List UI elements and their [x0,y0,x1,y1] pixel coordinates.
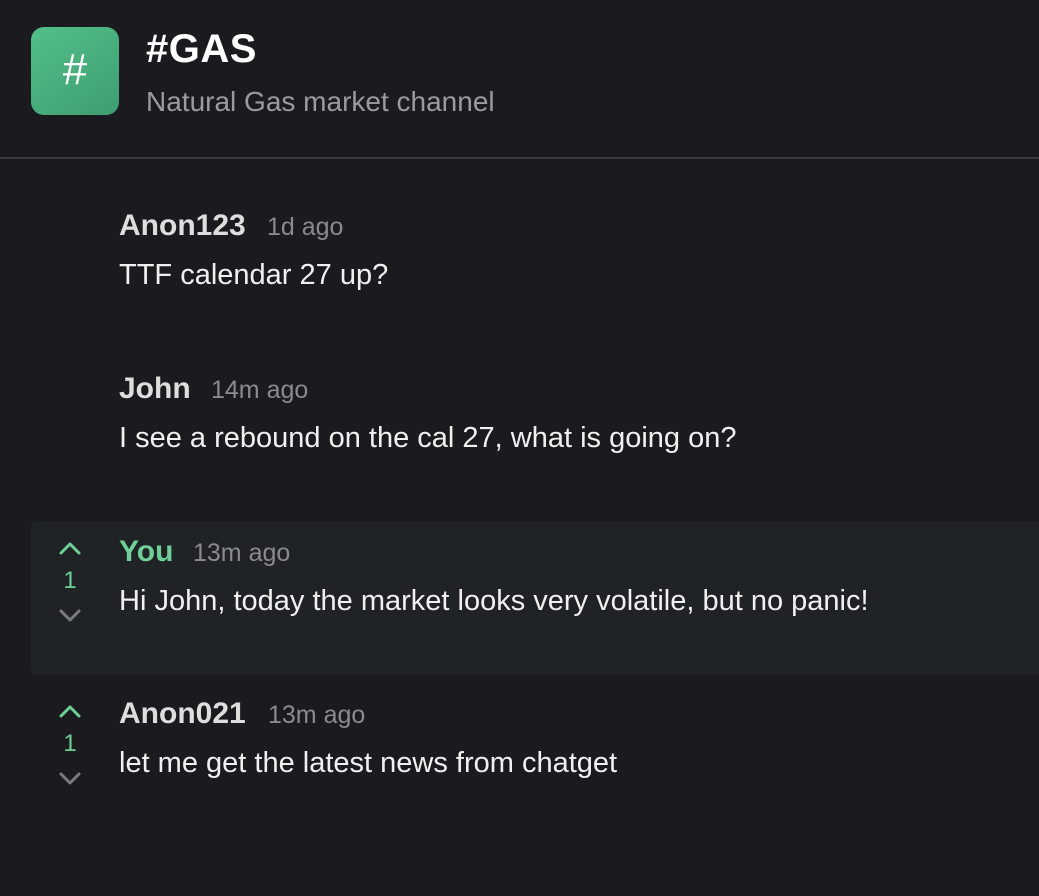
message-timestamp: 13m ago [193,539,291,567]
channel-hash-icon: # [31,27,119,115]
channel-description: Natural Gas market channel [146,86,495,117]
message-text: TTF calendar 27 up? [119,259,389,291]
message-text: I see a rebound on the cal 27, what is g… [119,422,737,454]
message-timestamp: 1d ago [267,213,344,241]
message-text: let me get the latest news from chatget [119,747,618,779]
chevron-down-icon[interactable] [50,609,90,623]
message-timestamp: 13m ago [268,701,366,729]
message-item-self: 1 You 13m ago Hi John, today the market … [31,521,1039,675]
message-timestamp: 14m ago [211,376,309,404]
chat-app: # #GAS Natural Gas market channel Anon12… [0,0,1039,896]
message-item: Anon123 1d ago TTF calendar 27 up? [0,200,1039,310]
message-text: Hi John, today the market looks very vol… [119,585,869,617]
message-author[interactable]: John [119,371,191,407]
channel-header: # #GAS Natural Gas market channel [0,0,1039,159]
vote-count: 1 [63,567,77,594]
vote-count: 1 [63,730,77,757]
vote-control: 1 [50,704,90,786]
message-author[interactable]: Anon021 [119,696,246,732]
chevron-down-icon[interactable] [50,772,90,786]
message-author[interactable]: You [119,534,173,570]
channel-title: #GAS [146,27,257,71]
chevron-up-icon[interactable] [50,541,90,555]
hash-glyph: # [62,45,88,94]
vote-control: 1 [50,541,90,623]
message-item: 1 Anon021 13m ago let me get the latest … [0,684,1039,834]
message-item: John 14m ago I see a rebound on the cal … [0,363,1039,473]
message-author[interactable]: Anon123 [119,208,246,244]
chevron-up-icon[interactable] [50,704,90,718]
